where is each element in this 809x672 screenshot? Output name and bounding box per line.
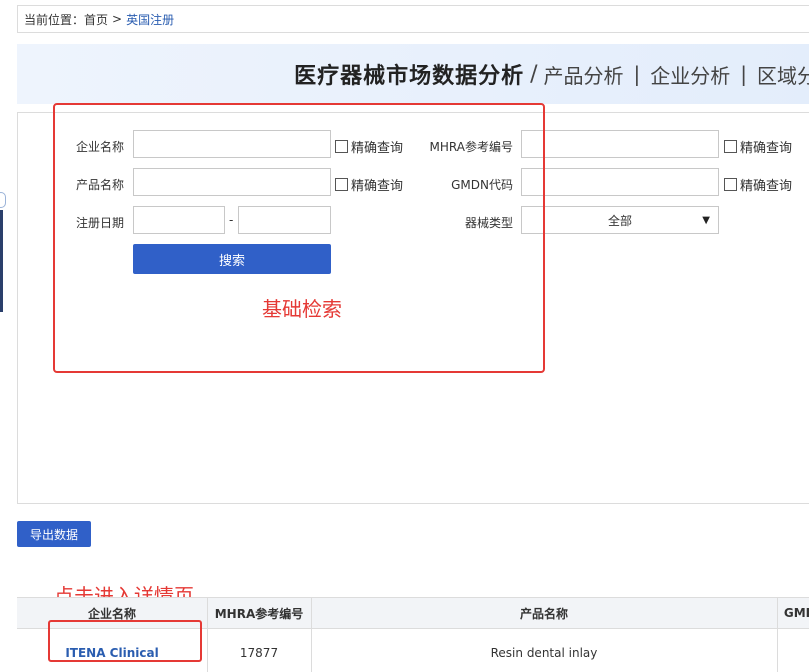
tab-company-analysis[interactable]: 企业分析 [650, 60, 730, 89]
banner-slash: / [530, 61, 538, 87]
detail-link-highlight [48, 620, 202, 662]
breadcrumb-separator: > [112, 12, 123, 26]
mhra-cell: 17877 [239, 646, 279, 660]
side-panel-edge [0, 210, 3, 312]
side-handle[interactable] [0, 192, 6, 208]
page-title: 医疗器械市场数据分析 [294, 64, 525, 89]
page-banner: 医疗器械市场数据分析 / 产品分析 | 企业分析 | 区域分 [17, 44, 809, 104]
gmdn-cell: 3 [777, 638, 809, 668]
export-data-button[interactable]: 导出数据 [17, 521, 91, 547]
exact-query-label: 精确查询 [740, 141, 793, 156]
col-mhra[interactable]: MHRA参考编号 [207, 598, 311, 628]
breadcrumb-current[interactable]: 英国注册 [126, 11, 174, 28]
mhra-exact-checkbox[interactable]: 精确查询 [724, 137, 792, 156]
basic-search-annotation: 基础检索 [262, 297, 342, 321]
col-product[interactable]: 产品名称 [311, 598, 777, 628]
breadcrumb-label: 当前位置： [24, 12, 85, 27]
exact-query-label: 精确查询 [740, 179, 793, 194]
device-type-value: 全部 [607, 213, 632, 228]
checkbox-icon[interactable] [724, 140, 737, 153]
checkbox-icon[interactable] [724, 178, 737, 191]
device-type-select[interactable]: 全部 ▼ [521, 206, 719, 234]
banner-divider: | [740, 62, 747, 86]
breadcrumb: 当前位置： 首页 > 英国注册 [17, 5, 809, 33]
gmdn-exact-checkbox[interactable]: 精确查询 [724, 175, 792, 194]
banner-divider: | [633, 62, 641, 86]
tab-product-analysis[interactable]: 产品分析 [544, 60, 624, 89]
mhra-input[interactable] [521, 130, 719, 158]
breadcrumb-home-link[interactable]: 首页 [84, 11, 108, 28]
product-cell: Resin dental inlay [490, 646, 598, 660]
gmdn-input[interactable] [521, 168, 719, 196]
chevron-down-icon: ▼ [702, 215, 710, 226]
basic-search-highlight [53, 103, 545, 373]
col-gmdn[interactable]: GMI [777, 598, 809, 628]
tab-region-analysis[interactable]: 区域分 [757, 60, 809, 89]
